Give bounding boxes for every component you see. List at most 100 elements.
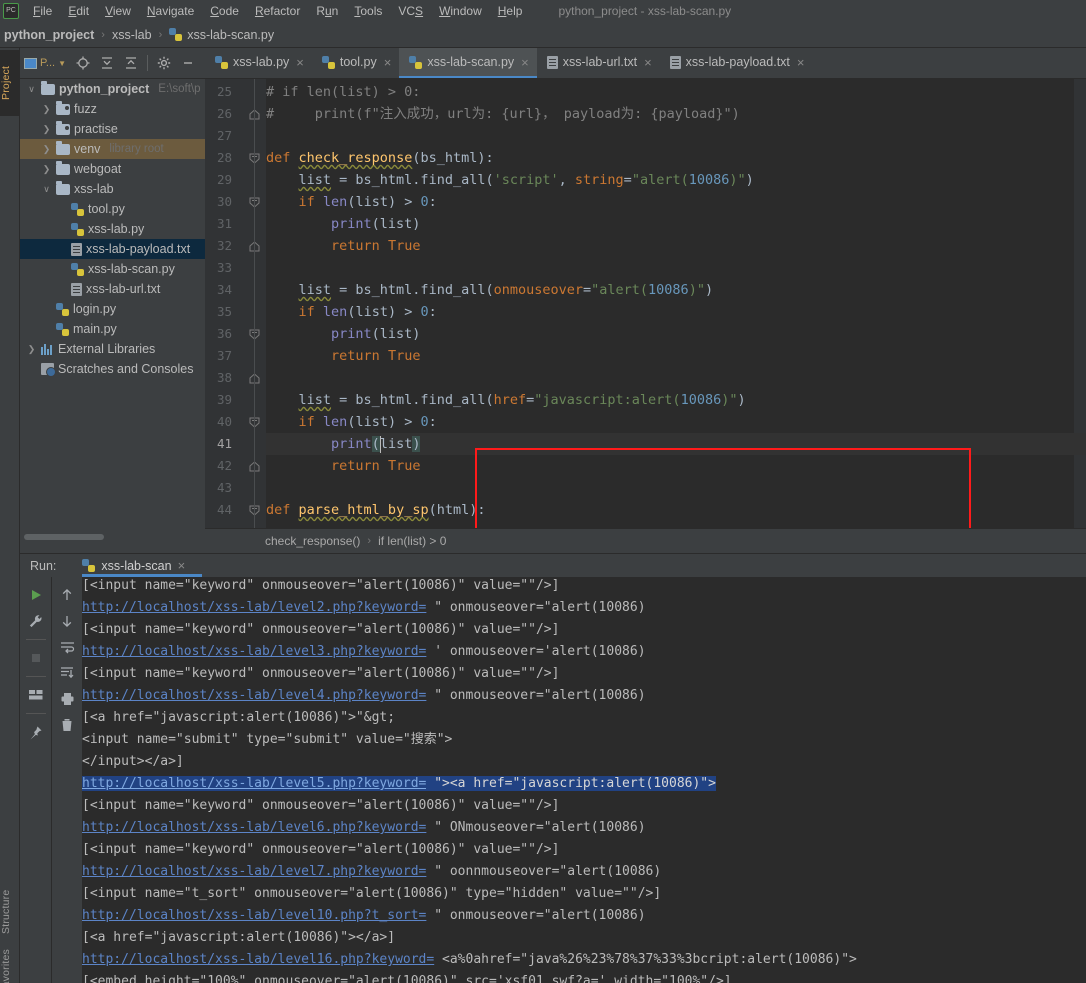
close-icon[interactable]: × [521, 55, 529, 70]
editor-breadcrumb-statement[interactable]: if len(list) > 0 [378, 534, 446, 548]
breadcrumb-item-file[interactable]: xss-lab-scan.py [187, 28, 274, 42]
chevron-right-icon[interactable]: ❯ [41, 104, 52, 115]
locate-file-icon[interactable] [72, 52, 94, 74]
editor-tab-xss-lab-url-txt[interactable]: xss-lab-url.txt × [537, 48, 660, 78]
tree-item-main-py[interactable]: main.py [20, 319, 205, 339]
code-line-35[interactable]: if len(list) > 0: [266, 301, 437, 323]
menu-run[interactable]: Run [308, 2, 346, 20]
code-line-26[interactable]: # print(f"注入成功，url为: {url}， payload为: {p… [266, 103, 740, 125]
console-line-9[interactable]: http://localhost/xss-lab/level5.php?keyw… [82, 773, 716, 795]
console-line-11[interactable]: http://localhost/xss-lab/level6.php?keyw… [82, 817, 646, 839]
sidebar-tab-project[interactable]: Project [0, 50, 20, 116]
rerun-icon[interactable] [24, 583, 48, 607]
code-line-44[interactable]: def parse_html_by_sp(html): [266, 499, 485, 521]
console-line-3[interactable]: http://localhost/xss-lab/level3.php?keyw… [82, 641, 646, 663]
tree-item-python_project[interactable]: ∨ python_project E:\soft\p [20, 79, 205, 99]
menu-edit[interactable]: Edit [60, 2, 97, 20]
tree-item-webgoat[interactable]: ❯ webgoat [20, 159, 205, 179]
run-console-output[interactable]: [<input name="keyword" onmouseover="aler… [82, 577, 1086, 983]
editor-marker-strip[interactable] [1074, 79, 1086, 528]
console-line-17[interactable]: http://localhost/xss-lab/level16.php?key… [82, 949, 857, 971]
chevron-right-icon[interactable]: ❯ [41, 124, 52, 135]
chevron-down-icon[interactable]: ∨ [41, 184, 52, 195]
tree-item-fuzz[interactable]: ❯ fuzz [20, 99, 205, 119]
code-line-29[interactable]: list = bs_html.find_all('script', string… [266, 169, 754, 191]
close-icon[interactable]: × [178, 558, 186, 573]
console-url-link[interactable]: http://localhost/xss-lab/level4.php?keyw… [82, 688, 426, 703]
code-line-39[interactable]: list = bs_html.find_all(href="javascript… [266, 389, 746, 411]
tree-item-scratches-and-consoles[interactable]: Scratches and Consoles [20, 359, 205, 379]
layout-icon[interactable] [24, 683, 48, 707]
code-line-25[interactable]: # if len(list) > 0: [266, 81, 420, 103]
code-line-32[interactable]: return True [266, 235, 420, 257]
menu-help[interactable]: Help [490, 2, 531, 20]
code-line-30[interactable]: if len(list) > 0: [266, 191, 437, 213]
console-url-link[interactable]: http://localhost/xss-lab/level5.php?keyw… [82, 776, 427, 791]
tree-item-xss-lab-scan-py[interactable]: xss-lab-scan.py [20, 259, 205, 279]
trash-icon[interactable] [55, 713, 79, 737]
console-line-15[interactable]: http://localhost/xss-lab/level10.php?t_s… [82, 905, 646, 927]
chevron-right-icon[interactable]: ❯ [41, 144, 52, 155]
editor-tab-xss-lab-scan-py[interactable]: xss-lab-scan.py × [399, 48, 537, 78]
chevron-right-icon[interactable]: ❯ [26, 344, 37, 355]
gear-icon[interactable] [153, 52, 175, 74]
menu-vcs[interactable]: VCS [390, 2, 431, 20]
code-line-41[interactable]: print(list) [266, 433, 421, 455]
breadcrumb-item-project[interactable]: python_project [4, 28, 94, 42]
console-url-link[interactable]: http://localhost/xss-lab/level10.php?t_s… [82, 908, 426, 923]
code-line-36[interactable]: print(list) [266, 323, 420, 345]
print-icon[interactable] [55, 687, 79, 711]
menu-refactor[interactable]: Refactor [247, 2, 308, 20]
tree-item-xss-lab-py[interactable]: xss-lab.py [20, 219, 205, 239]
tree-item-venv[interactable]: ❯ venv library root [20, 139, 205, 159]
code-line-37[interactable]: return True [266, 345, 420, 367]
expand-all-icon[interactable] [96, 52, 118, 74]
code-line-31[interactable]: print(list) [266, 213, 420, 235]
editor-tab-xss-lab-py[interactable]: xss-lab.py × [205, 48, 312, 78]
close-icon[interactable]: × [797, 55, 805, 70]
tree-item-tool-py[interactable]: tool.py [20, 199, 205, 219]
stop-icon[interactable] [24, 646, 48, 670]
console-line-5[interactable]: http://localhost/xss-lab/level4.php?keyw… [82, 685, 646, 707]
console-line-1[interactable]: http://localhost/xss-lab/level2.php?keyw… [82, 597, 646, 619]
code-line-42[interactable]: return True [266, 455, 420, 477]
console-url-link[interactable]: http://localhost/xss-lab/level2.php?keyw… [82, 600, 426, 615]
collapse-all-icon[interactable] [120, 52, 142, 74]
tree-item-external-libraries[interactable]: ❯ External Libraries [20, 339, 205, 359]
chevron-down-icon[interactable]: ∨ [26, 84, 37, 95]
project-tree[interactable]: ∨ python_project E:\soft\p ❯ fuzz ❯ practise ❯ v… [20, 79, 205, 533]
editor-tab-tool-py[interactable]: tool.py × [312, 48, 399, 78]
menu-navigate[interactable]: Navigate [139, 2, 202, 20]
editor-breadcrumb-function[interactable]: check_response() [265, 534, 360, 548]
menu-view[interactable]: View [97, 2, 139, 20]
menu-window[interactable]: Window [431, 2, 490, 20]
menu-file[interactable]: File [25, 2, 60, 20]
sidebar-tab-favorites[interactable]: Favorites [0, 936, 20, 983]
tree-item-xss-lab-url-txt[interactable]: xss-lab-url.txt [20, 279, 205, 299]
console-url-link[interactable]: http://localhost/xss-lab/level16.php?key… [82, 952, 434, 967]
chevron-right-icon[interactable]: ❯ [41, 164, 52, 175]
editor-tab-xss-lab-payload-txt[interactable]: xss-lab-payload.txt × [660, 48, 813, 78]
tree-item-xss-lab-payload-txt[interactable]: xss-lab-payload.txt [20, 239, 205, 259]
close-icon[interactable]: × [296, 55, 304, 70]
code-editor[interactable]: 25 26 27 28 29 30 31 32 33 34 35 36 37 38 39 40 41 42 43 44… [205, 79, 1086, 528]
soft-wrap-icon[interactable] [55, 635, 79, 659]
code-line-28[interactable]: def check_response(bs_html): [266, 147, 494, 169]
breadcrumb-item-folder[interactable]: xss-lab [112, 28, 152, 42]
project-view-selector[interactable]: P... ▼ [20, 52, 70, 74]
menu-tools[interactable]: Tools [346, 2, 390, 20]
up-arrow-icon[interactable] [55, 583, 79, 607]
tree-item-login-py[interactable]: login.py [20, 299, 205, 319]
close-icon[interactable]: × [384, 55, 392, 70]
menu-code[interactable]: Code [202, 2, 247, 20]
tree-item-practise[interactable]: ❯ practise [20, 119, 205, 139]
close-icon[interactable]: × [644, 55, 652, 70]
editor-gutter[interactable]: 25 26 27 28 29 30 31 32 33 34 35 36 37 38 39 40 41 42 43 44 [205, 79, 266, 528]
code-line-34[interactable]: list = bs_html.find_all(onmouseover="ale… [266, 279, 714, 301]
console-url-link[interactable]: http://localhost/xss-lab/level6.php?keyw… [82, 820, 426, 835]
console-url-link[interactable]: http://localhost/xss-lab/level7.php?keyw… [82, 864, 426, 879]
wrench-icon[interactable] [24, 609, 48, 633]
code-line-40[interactable]: if len(list) > 0: [266, 411, 437, 433]
down-arrow-icon[interactable] [55, 609, 79, 633]
project-pane-hscrollbar[interactable] [24, 534, 104, 540]
